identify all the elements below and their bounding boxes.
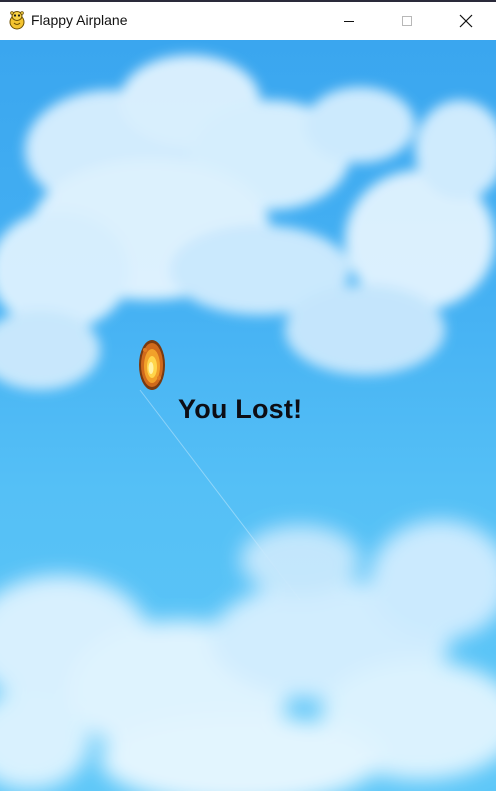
close-button[interactable] xyxy=(437,2,495,40)
maximize-icon xyxy=(402,16,412,26)
game-canvas[interactable]: You Lost! xyxy=(0,40,496,791)
game-over-message: You Lost! xyxy=(178,394,303,424)
title-bar[interactable]: Flappy Airplane xyxy=(0,2,496,40)
explosion-icon xyxy=(139,340,165,390)
pygame-snake-icon xyxy=(9,11,25,30)
minimize-button[interactable] xyxy=(320,2,378,40)
game-window: Flappy Airplane You Lost! xyxy=(0,0,496,791)
minimize-icon xyxy=(344,21,354,22)
window-title: Flappy Airplane xyxy=(31,12,128,28)
upper-clouds xyxy=(0,55,496,390)
lower-clouds xyxy=(0,520,496,791)
close-icon xyxy=(459,14,473,28)
maximize-button[interactable] xyxy=(378,2,436,40)
